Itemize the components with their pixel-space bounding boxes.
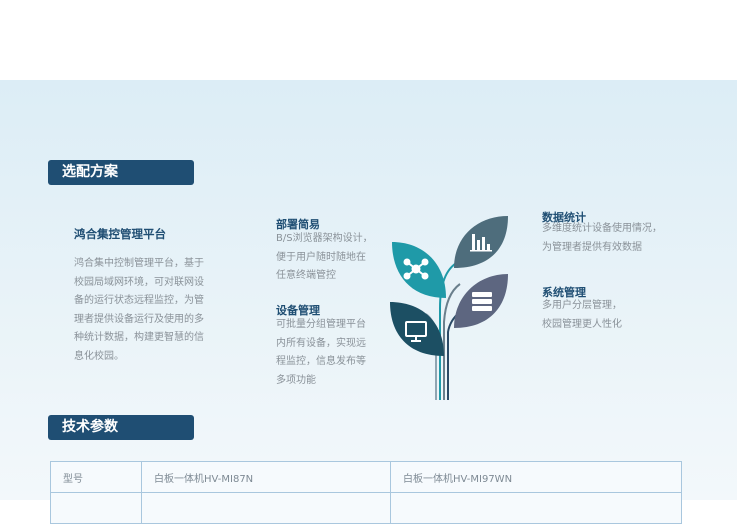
description-line: 种统计数据，构建更智慧的信 [74, 332, 204, 343]
description-line: 息化校园。 [74, 350, 124, 362]
section-title: 选配方案 [62, 164, 118, 180]
table-cell [141, 492, 391, 524]
platform-description: 鸿合集中控制管理平台，基于 校园局域网环境，可对联网设 备的运行状态远程监控，为… [74, 255, 224, 366]
section-tab-config: 选配方案 [48, 160, 194, 185]
leaf-monitor [390, 302, 444, 356]
description-line: 备的运行状态远程监控，为管 [74, 295, 204, 306]
leaf-stats [454, 216, 508, 268]
description-line: 多用户分层管理， [542, 300, 622, 311]
description-line: 鸿合集中控制管理平台，基于 [74, 258, 204, 269]
table-cell-label: 型号 [50, 461, 142, 493]
feature-desc-system: 多用户分层管理， 校园管理更人性化 [542, 297, 682, 334]
platform-title: 鸿合集控管理平台 [74, 227, 166, 241]
table-row [50, 492, 682, 524]
description-line: 校园局域网环境，可对联网设 [74, 276, 204, 288]
feature-desc-stats: 多维度统计设备使用情况， 为管理者提供有效数据 [542, 220, 682, 257]
section-title: 技术参数 [62, 419, 118, 435]
description-line: 理者提供设备运行及使用的多 [74, 313, 204, 325]
description-line: 为管理者提供有效数据 [542, 241, 642, 253]
description-line: B/S浏览器架构设计， [276, 233, 373, 244]
description-line: 多项功能 [276, 374, 316, 386]
table-row: 型号 白板一体机HV-MI87N 白板一体机HV-MI97WN [50, 461, 682, 493]
description-line: 多维度统计设备使用情况， [542, 223, 662, 234]
server-icon [472, 292, 492, 311]
description-line: 便于用户随时随地在 [276, 251, 366, 263]
feature-tree-illustration [390, 216, 508, 400]
table-cell: 白板一体机HV-MI97WN [390, 461, 682, 493]
table-cell-label [50, 492, 142, 524]
tech-params-table: 型号 白板一体机HV-MI87N 白板一体机HV-MI97WN [50, 461, 682, 524]
description-line: 校园管理更人性化 [542, 318, 622, 330]
description-line: 内所有设备，实现远 [276, 337, 366, 349]
description-line: 可批量分组管理平台 [276, 319, 366, 330]
stem-line [443, 283, 461, 400]
feature-desc-device: 可批量分组管理平台 内所有设备，实现远 程监控，信息发布等 多项功能 [276, 316, 386, 390]
table-cell [390, 492, 682, 524]
description-line: 程监控，信息发布等 [276, 356, 366, 367]
section-tab-tech: 技术参数 [48, 415, 194, 440]
description-line: 任意终端管控 [276, 270, 336, 281]
feature-desc-deploy: B/S浏览器架构设计， 便于用户随时随地在 任意终端管控 [276, 230, 386, 286]
table-cell: 白板一体机HV-MI87N [141, 461, 391, 493]
